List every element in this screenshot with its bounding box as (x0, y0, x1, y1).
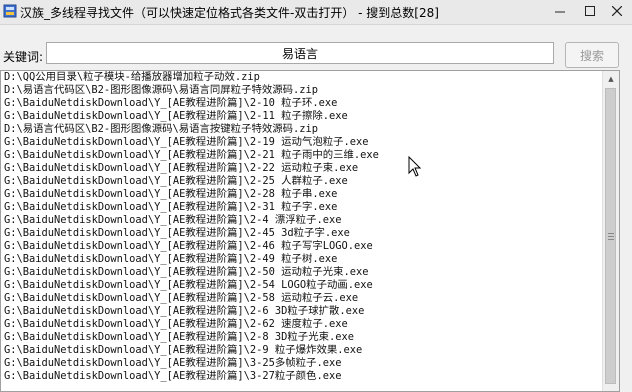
result-row[interactable]: G:\BaiduNetdiskDownload\Y_[AE教程进阶篇]\2-9 … (4, 344, 604, 357)
keyword-label: 关键词: (3, 50, 44, 64)
result-row[interactable]: G:\BaiduNetdiskDownload\Y_[AE教程进阶篇]\2-22… (4, 162, 604, 175)
result-row[interactable]: G:\BaiduNetdiskDownload\Y_[AE教程进阶篇]\2-11… (4, 110, 604, 123)
result-row[interactable]: G:\BaiduNetdiskDownload\Y_[AE教程进阶篇]\2-21… (4, 149, 604, 162)
app-icon (3, 4, 17, 18)
result-row[interactable]: G:\BaiduNetdiskDownload\Y_[AE教程进阶篇]\2-10… (4, 97, 604, 110)
result-row[interactable]: G:\BaiduNetdiskDownload\Y_[AE教程进阶篇]\3-25… (4, 357, 604, 370)
result-row[interactable]: G:\BaiduNetdiskDownload\Y_[AE教程进阶篇]\2-28… (4, 188, 604, 201)
thumb-grip-icon (608, 233, 614, 234)
window-title: 汉族_多线程寻找文件（可以快速定位格式各类文件-双击打开） - 搜到总数[28] (20, 6, 439, 20)
thumb-grip-icon (608, 236, 614, 237)
keyword-input[interactable] (46, 42, 554, 64)
result-row[interactable]: G:\BaiduNetdiskDownload\Y_[AE教程进阶篇]\3-27… (4, 370, 604, 383)
mouse-cursor-icon (408, 156, 422, 177)
result-row[interactable]: G:\BaiduNetdiskDownload\Y_[AE教程进阶篇]\2-31… (4, 201, 604, 214)
results-list[interactable]: D:\QQ公用目录\粒子模块-给播放器增加粒子动效.zip D:\易语言代码区\B… (0, 70, 620, 392)
results-container: D:\QQ公用目录\粒子模块-给播放器增加粒子动效.zip D:\易语言代码区\B… (4, 71, 604, 383)
thumb-grip-icon (608, 239, 614, 240)
result-row[interactable]: G:\BaiduNetdiskDownload\Y_[AE教程进阶篇]\2-45… (4, 227, 604, 240)
title-bar: 汉族_多线程寻找文件（可以快速定位格式各类文件-双击打开） - 搜到总数[28] (0, 0, 632, 25)
result-row[interactable]: G:\BaiduNetdiskDownload\Y_[AE教程进阶篇]\2-50… (4, 266, 604, 279)
minimize-icon[interactable] (545, 0, 575, 22)
result-row[interactable]: G:\BaiduNetdiskDownload\Y_[AE教程进阶篇]\2-6 … (4, 305, 604, 318)
result-row[interactable]: G:\BaiduNetdiskDownload\Y_[AE教程进阶篇]\2-54… (4, 279, 604, 292)
close-icon[interactable] (602, 0, 632, 22)
result-row[interactable]: G:\BaiduNetdiskDownload\Y_[AE教程进阶篇]\2-46… (4, 240, 604, 253)
maximize-icon[interactable] (575, 0, 605, 22)
result-row[interactable]: G:\BaiduNetdiskDownload\Y_[AE教程进阶篇]\2-58… (4, 292, 604, 305)
result-row[interactable]: D:\易语言代码区\B2-图形图像源码\易语言同屏粒子特效源码.zip (4, 84, 604, 97)
result-row[interactable]: G:\BaiduNetdiskDownload\Y_[AE教程进阶篇]\2-62… (4, 318, 604, 331)
result-row[interactable]: G:\BaiduNetdiskDownload\Y_[AE教程进阶篇]\2-25… (4, 175, 604, 188)
scrollbar-thumb[interactable] (605, 88, 616, 384)
result-row[interactable]: G:\BaiduNetdiskDownload\Y_[AE教程进阶篇]\2-4 … (4, 214, 604, 227)
vertical-scrollbar[interactable]: ▲ (602, 71, 619, 391)
scroll-up-icon[interactable]: ▲ (603, 71, 619, 87)
result-row[interactable]: D:\QQ公用目录\粒子模块-给播放器增加粒子动效.zip (4, 71, 604, 84)
result-row[interactable]: G:\BaiduNetdiskDownload\Y_[AE教程进阶篇]\2-8 … (4, 331, 604, 344)
result-row[interactable]: G:\BaiduNetdiskDownload\Y_[AE教程进阶篇]\2-19… (4, 136, 604, 149)
search-button[interactable]: 搜索 (565, 42, 619, 68)
result-row[interactable]: G:\BaiduNetdiskDownload\Y_[AE教程进阶篇]\2-49… (4, 253, 604, 266)
result-row[interactable]: D:\易语言代码区\B2-图形图像源码\易语言按键粒子特效源码.zip (4, 123, 604, 136)
